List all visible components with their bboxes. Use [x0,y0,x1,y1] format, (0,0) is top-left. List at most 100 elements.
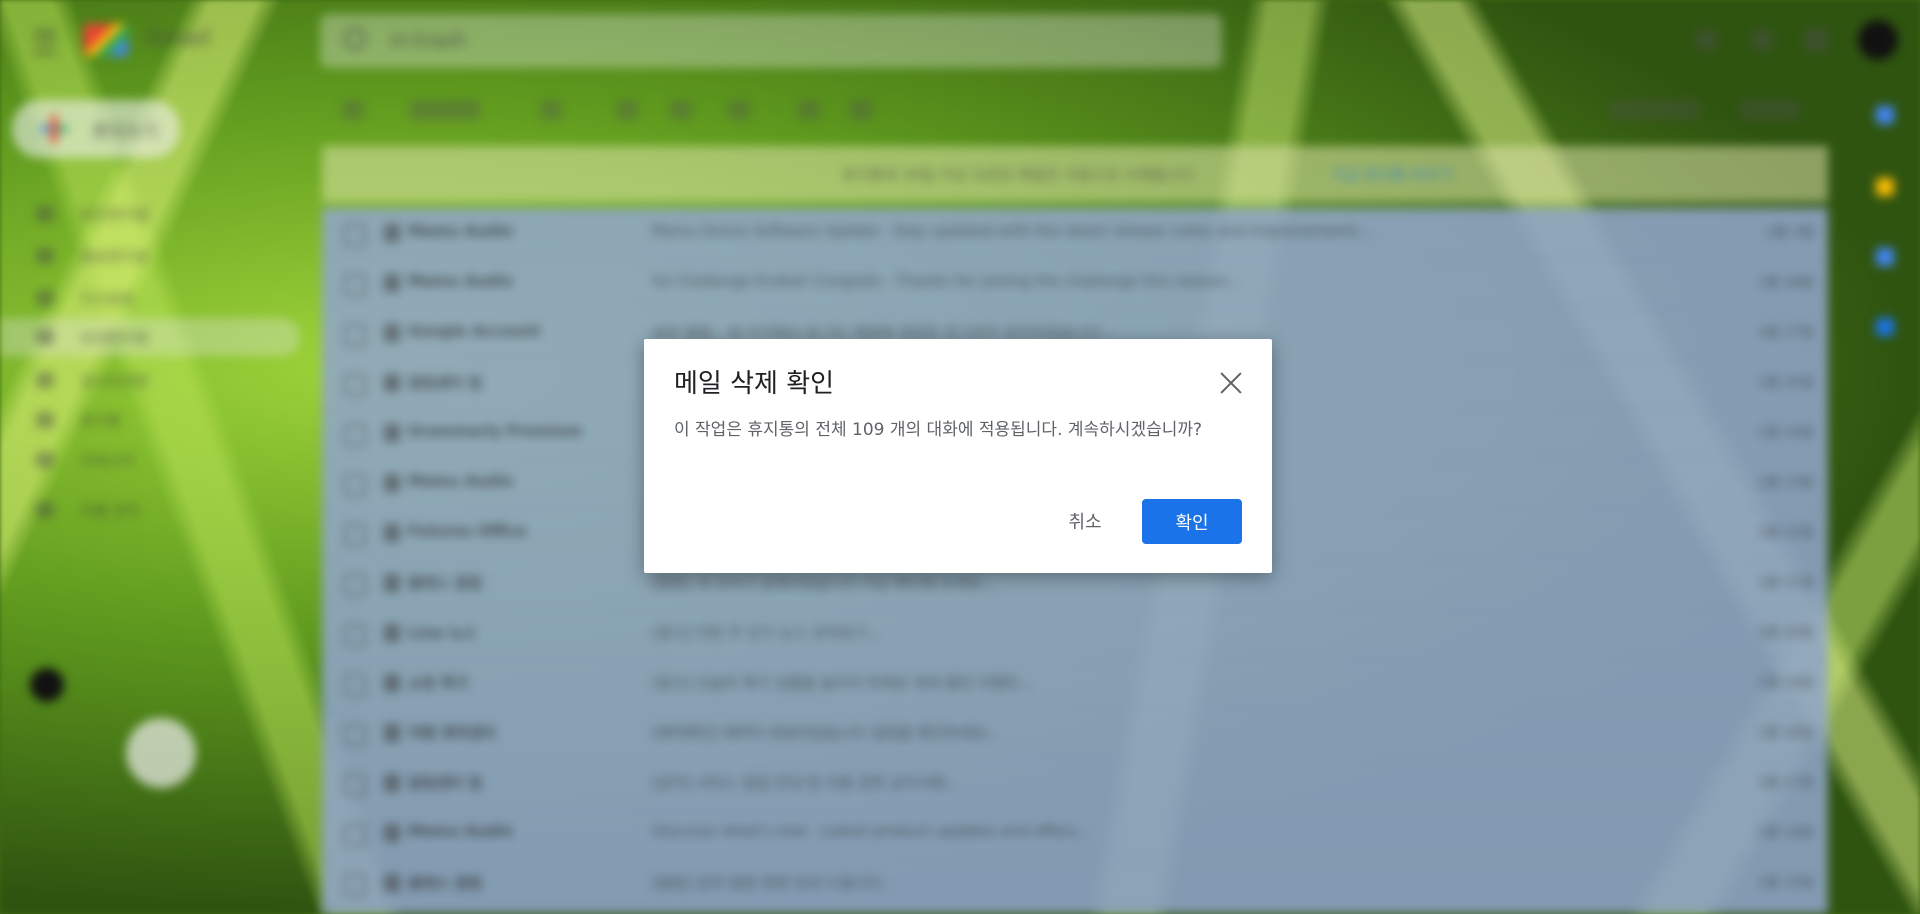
sidebar-item-snoozed: 다시알림 [30,282,280,314]
row-subject: [알림] 새 강의가 등록되었습니다 지금 확인해 보세요... [652,574,997,592]
row-checkbox [344,424,366,446]
table-row: 알림센터 팀 [공지] 서비스 점검 안내 및 이용 관련 공지사항... 1월 1… [322,758,1828,809]
mail-toolbar [320,86,1840,136]
confirm-button[interactable]: 확인 [1142,499,1242,544]
pagination-info [1610,100,1700,120]
table-row: 여행 예약센터 [예약확인] 예약이 완료되었습니다 일정을 확인하세요... 1월… [322,708,1828,759]
table-row: 클래스 알림 [알림] 강의 일정 변경 안내 드립니다... 1월 15일 [322,858,1828,909]
sidebar-item-inbox: 받은편지함 [30,198,280,230]
row-checkbox [344,574,366,596]
row-subject: [광고] 이번 주 인기 뉴스 모아보기... [652,624,882,642]
row-checkbox [344,224,366,246]
dialog-message: 이 작업은 휴지통의 전체 109 개의 대화에 적용됩니다. 계속하시겠습니까… [674,420,1203,440]
row-checkbox [344,324,366,346]
bookmark-icon [384,824,400,842]
compose-label: 편지쓰기 [92,122,159,143]
bookmark-icon [384,274,400,292]
apps-grid-icon [1804,28,1828,52]
bookmark-icon [384,574,400,592]
star-icon [36,248,54,264]
row-date: 1월 23일 [1757,475,1814,491]
label-icon [798,100,820,120]
plus-icon [40,115,68,143]
restore-icon [410,100,480,120]
row-checkbox [344,774,366,796]
sidebar-item-sent: 보낸편지함 [0,318,300,356]
help-icon [1694,28,1718,52]
row-date: 1월 22일 [1757,525,1814,541]
row-sender: Mamu Audio [408,472,514,490]
table-row: 쇼핑 특가 [광고] 오늘의 특가 상품을 놓치지 마세요 최대 할인 이벤트..… [322,658,1828,709]
row-sender: 알림센터 팀 [408,374,483,392]
table-row: Mamu Audio Mamu Drone Software Update - S… [322,208,1828,259]
tasks-icon [1876,248,1894,266]
sidebar-item-starred: 별표편지함 [30,240,280,272]
row-date: 1월 28일 [1757,275,1814,291]
sidebar-item-label: 카테고리 [80,452,136,470]
search-bar: in:trash [320,14,1222,68]
account-avatar [1858,20,1898,60]
sidebar-item-trash: 휴지통 [30,404,280,436]
row-date: 1월 20일 [1757,625,1814,641]
chat-avatar [30,668,64,702]
sidebar-item-label: 휴지통 [80,412,122,430]
close-icon[interactable] [1216,368,1246,398]
sidebar-item-label: 받은편지함 [80,206,150,224]
gear-icon [36,502,54,518]
file-icon [36,372,54,388]
sidebar-item-drafts: 임시보관함 [30,364,280,396]
sidebar-item-label: 다시알림 [80,290,136,308]
row-date: 1월 21일 [1757,575,1814,591]
bookmark-icon [384,724,400,742]
app-title: Gmail [146,26,211,51]
row-subject: [예약확인] 예약이 완료되었습니다 일정을 확인하세요... [652,724,1001,742]
bookmark-icon [384,624,400,642]
row-subject: Hz Challenge Ended! Congrats - Thanks fo… [652,272,1242,290]
table-row: Mamu Audio Discover what's new - Latest p… [322,808,1828,859]
row-sender: Line 뉴스 [408,624,477,642]
row-checkbox [344,624,366,646]
calendar-icon [1876,106,1894,124]
row-sender: Google Account [408,322,541,340]
empty-trash-link: 지금 휴지통 비우기 [1332,166,1452,184]
send-icon [36,329,54,345]
row-subject: [공지] 서비스 점검 안내 및 이용 관련 공지사항... [652,774,960,792]
row-date: 1월 18일 [1757,725,1814,741]
hangouts-icon [126,718,196,788]
row-checkbox [344,274,366,296]
row-sender: 알림센터 팀 [408,774,483,792]
row-checkbox [344,524,366,546]
sidebar-item-label: 임시보관함 [80,372,150,390]
row-date: 1월 24일 [1757,425,1814,441]
delete-forever-icon [540,100,562,120]
search-icon [344,28,366,50]
gear-icon [1750,28,1774,52]
row-subject: Discover what's new - Latest product upd… [652,822,1091,840]
bookmark-icon [384,674,400,692]
row-checkbox [344,674,366,696]
sidebar-item-label: 보낸편지함 [80,329,150,347]
bookmark-icon [384,424,400,442]
row-date: 1월 25일 [1757,375,1814,391]
bookmark-icon [384,474,400,492]
table-row: Mamu Audio Hz Challenge Ended! Congrats -… [322,258,1828,309]
dialog-title: 메일 삭제 확인 [674,369,835,399]
search-input: in:trash [390,28,467,52]
trash-icon [36,412,54,428]
row-checkbox [344,374,366,396]
menu-icon [34,30,56,54]
bookmark-icon [384,374,400,392]
notice-text: 휴지통에 30일 이상 보관된 메일은 자동으로 삭제됩니다. [842,166,1199,184]
row-subject: [알림] 강의 일정 변경 안내 드립니다... [652,874,896,892]
row-sender: 클래스 알림 [408,574,483,592]
row-sender: 여행 예약센터 [408,724,497,742]
inbox-icon [36,206,54,222]
cancel-button[interactable]: 취소 [1034,499,1136,543]
bookmark-icon [384,774,400,792]
bookmark-icon [384,224,400,242]
move-icon [728,100,750,120]
bookmark-icon [384,324,400,342]
row-sender: Mamu Audio [408,222,514,240]
select-all-checkbox [342,100,364,120]
clock-icon [36,290,54,306]
